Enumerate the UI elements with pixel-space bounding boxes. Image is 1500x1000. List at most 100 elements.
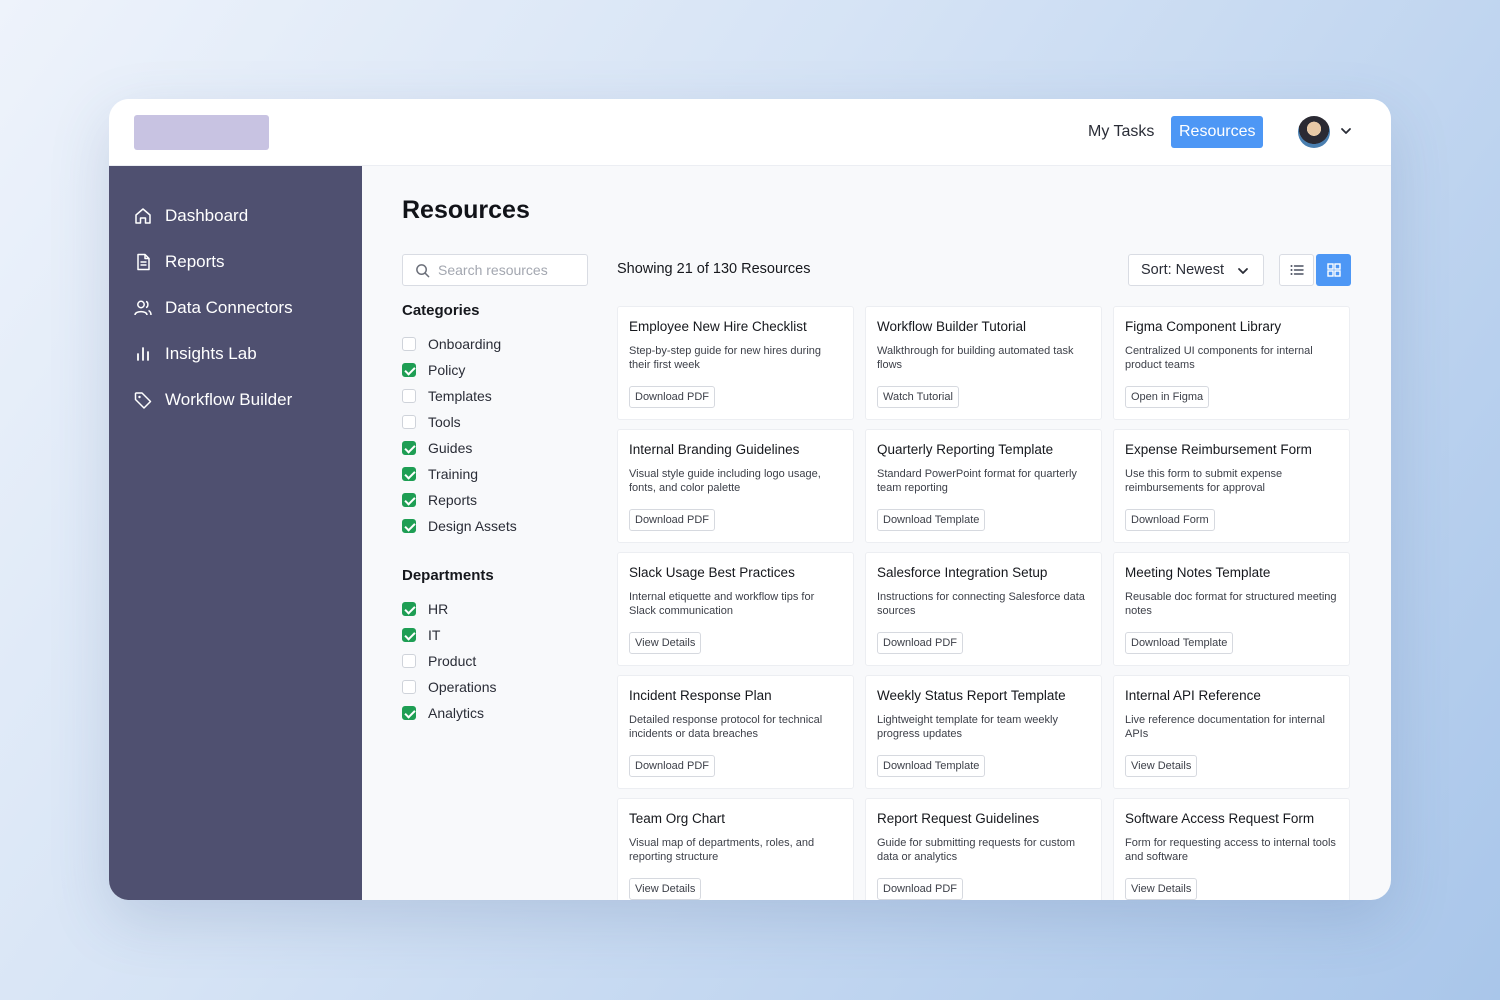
resource-card[interactable]: Meeting Notes Template Reusable doc forma… bbox=[1113, 552, 1350, 666]
resource-card[interactable]: Figma Component Library Centralized UI co… bbox=[1113, 306, 1350, 420]
resource-card[interactable]: Salesforce Integration Setup Instructions… bbox=[865, 552, 1102, 666]
filter-option[interactable]: HR bbox=[402, 600, 448, 618]
filter-option-label: Reports bbox=[428, 492, 478, 508]
filter-option[interactable]: Reports bbox=[402, 491, 477, 509]
checkbox[interactable] bbox=[402, 602, 416, 616]
checkbox[interactable] bbox=[402, 628, 416, 642]
filter-option[interactable]: Training bbox=[402, 465, 478, 483]
search-box[interactable] bbox=[402, 254, 588, 286]
card-description: Use this form to submit expense reimburs… bbox=[1125, 468, 1283, 494]
card-action-button[interactable]: View Details bbox=[1125, 755, 1198, 777]
resource-card[interactable]: Expense Reimbursement Form Use this form … bbox=[1113, 429, 1350, 543]
card-action-button[interactable]: Open in Figma bbox=[1125, 386, 1210, 408]
sort-dropdown[interactable]: Sort: Newest bbox=[1128, 254, 1264, 286]
search-input[interactable] bbox=[438, 262, 578, 278]
sidebar-item-reports[interactable]: Reports bbox=[133, 249, 225, 275]
card-action-button[interactable]: Download PDF bbox=[629, 386, 715, 408]
card-description: Step-by-step guide for new hires during … bbox=[629, 345, 821, 371]
main-content: Resources Categories Onboarding Policy Tem… bbox=[362, 166, 1391, 900]
checkbox[interactable] bbox=[402, 363, 416, 377]
filter-option[interactable]: Policy bbox=[402, 361, 465, 379]
card-action-button[interactable]: Download Template bbox=[877, 755, 986, 777]
card-action-button[interactable]: Download PDF bbox=[877, 878, 963, 900]
card-action-button[interactable]: Download PDF bbox=[877, 632, 963, 654]
card-description: Lightweight template for team weekly pro… bbox=[877, 714, 1058, 740]
checkbox[interactable] bbox=[402, 415, 416, 429]
card-action-button[interactable]: Download PDF bbox=[629, 755, 715, 777]
card-description: Walkthrough for building automated task … bbox=[877, 345, 1074, 371]
card-description: Reusable doc format for structured meeti… bbox=[1125, 591, 1337, 617]
filter-option[interactable]: Analytics bbox=[402, 704, 484, 722]
card-title: Internal Branding Guidelines bbox=[629, 442, 800, 457]
resource-card[interactable]: Weekly Status Report Template Lightweight… bbox=[865, 675, 1102, 789]
resource-card[interactable]: Team Org Chart Visual map of departments,… bbox=[617, 798, 854, 900]
card-title: Internal API Reference bbox=[1125, 688, 1261, 703]
filter-option[interactable]: IT bbox=[402, 626, 440, 644]
checkbox[interactable] bbox=[402, 654, 416, 668]
card-action-button[interactable]: View Details bbox=[1125, 878, 1198, 900]
card-title: Expense Reimbursement Form bbox=[1125, 442, 1312, 457]
list-view-button[interactable] bbox=[1279, 254, 1314, 286]
checkbox[interactable] bbox=[402, 493, 416, 507]
card-action-button[interactable]: View Details bbox=[629, 878, 702, 900]
filter-option[interactable]: Operations bbox=[402, 678, 496, 696]
filter-option-label: Analytics bbox=[428, 705, 485, 721]
filter-option[interactable]: Tools bbox=[402, 413, 461, 431]
resource-card[interactable]: Employee New Hire Checklist Step-by-step … bbox=[617, 306, 854, 420]
card-title: Figma Component Library bbox=[1125, 319, 1282, 334]
resource-card[interactable]: Incident Response Plan Detailed response … bbox=[617, 675, 854, 789]
filter-option-label: HR bbox=[428, 601, 449, 617]
resource-card[interactable]: Workflow Builder Tutorial Walkthrough for… bbox=[865, 306, 1102, 420]
filter-option-label: Operations bbox=[428, 679, 497, 695]
checkbox[interactable] bbox=[402, 389, 416, 403]
resource-card[interactable]: Internal API Reference Live reference doc… bbox=[1113, 675, 1350, 789]
checkbox[interactable] bbox=[402, 680, 416, 694]
filter-option-label: Guides bbox=[428, 440, 473, 456]
filter-option[interactable]: Onboarding bbox=[402, 335, 501, 353]
chevron-down-icon[interactable] bbox=[1340, 125, 1352, 137]
filter-option[interactable]: Design Assets bbox=[402, 517, 517, 535]
filter-option-label: Training bbox=[428, 466, 479, 482]
card-title: Quarterly Reporting Template bbox=[877, 442, 1054, 457]
resource-card[interactable]: Slack Usage Best Practices Internal etiqu… bbox=[617, 552, 854, 666]
grid-view-button[interactable] bbox=[1316, 254, 1351, 286]
sidebar-item-dashboard[interactable]: Dashboard bbox=[133, 203, 248, 229]
grid-icon bbox=[1326, 263, 1341, 277]
logo[interactable] bbox=[134, 115, 269, 150]
app-window: My Tasks Resources Dashboard Reports Dat… bbox=[109, 99, 1391, 900]
card-description: Detailed response protocol for technical… bbox=[629, 714, 823, 740]
sidebar-item-workflow-builder[interactable]: Workflow Builder bbox=[133, 387, 292, 413]
checkbox[interactable] bbox=[402, 519, 416, 533]
sidebar-item-insights-lab[interactable]: Insights Lab bbox=[133, 341, 257, 367]
nav-resources[interactable]: Resources bbox=[1171, 116, 1264, 148]
card-action-button[interactable]: Download Form bbox=[1125, 509, 1215, 531]
card-description: Instructions for connecting Salesforce d… bbox=[877, 591, 1085, 617]
card-action-button[interactable]: Download Template bbox=[1125, 632, 1234, 654]
checkbox[interactable] bbox=[402, 467, 416, 481]
card-description: Visual style guide including logo usage,… bbox=[629, 468, 821, 494]
resource-card[interactable]: Internal Branding Guidelines Visual style… bbox=[617, 429, 854, 543]
card-action-button[interactable]: Watch Tutorial bbox=[877, 386, 959, 408]
resource-card[interactable]: Report Request Guidelines Guide for submi… bbox=[865, 798, 1102, 900]
nav-my-tasks[interactable]: My Tasks bbox=[1080, 116, 1162, 148]
sidebar-item-label: Workflow Builder bbox=[165, 390, 293, 409]
card-action-button[interactable]: View Details bbox=[629, 632, 702, 654]
filter-option[interactable]: Guides bbox=[402, 439, 472, 457]
card-title: Workflow Builder Tutorial bbox=[877, 319, 1027, 334]
card-action-button[interactable]: Download PDF bbox=[629, 509, 715, 531]
resource-card[interactable]: Software Access Request Form Form for req… bbox=[1113, 798, 1350, 900]
filter-option-label: IT bbox=[428, 627, 441, 643]
card-action-button[interactable]: Download Template bbox=[877, 509, 986, 531]
filter-option[interactable]: Product bbox=[402, 652, 476, 670]
filter-option-label: Onboarding bbox=[428, 336, 502, 352]
sidebar-item-data-connectors[interactable]: Data Connectors bbox=[133, 295, 293, 321]
filter-option[interactable]: Templates bbox=[402, 387, 492, 405]
list-icon bbox=[1290, 265, 1304, 275]
checkbox[interactable] bbox=[402, 441, 416, 455]
avatar[interactable] bbox=[1298, 116, 1330, 148]
resource-card[interactable]: Quarterly Reporting Template Standard Pow… bbox=[865, 429, 1102, 543]
document-icon bbox=[137, 253, 150, 271]
card-description: Live reference documentation for interna… bbox=[1125, 714, 1325, 740]
checkbox[interactable] bbox=[402, 337, 416, 351]
checkbox[interactable] bbox=[402, 706, 416, 720]
